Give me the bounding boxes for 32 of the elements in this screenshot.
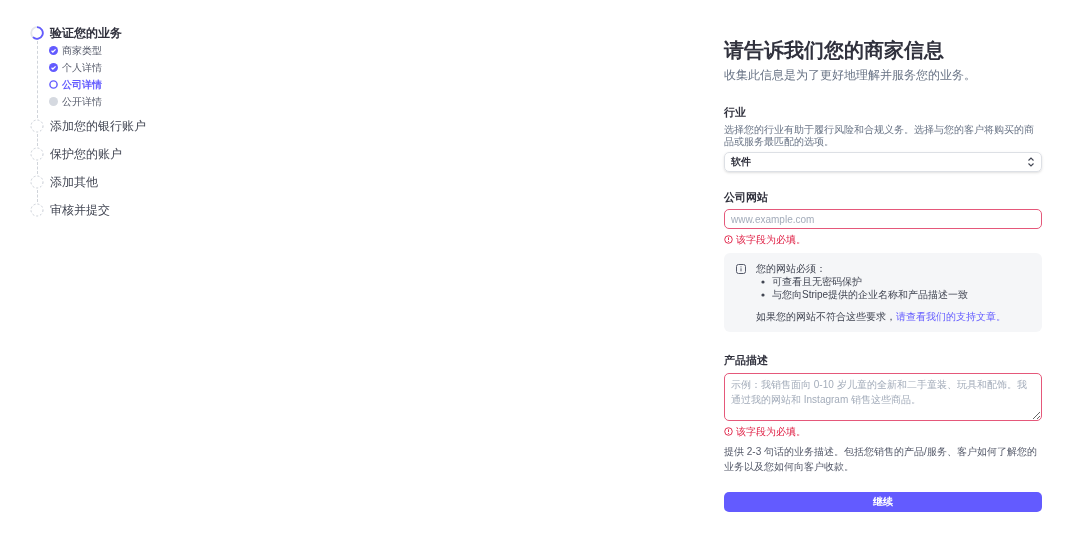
industry-select[interactable]: 软件 (724, 151, 1042, 172)
support-link[interactable]: 请查看我们的支持文章。 (896, 311, 1006, 322)
step-label[interactable]: 添加其他 (50, 173, 98, 191)
website-field[interactable]: www.example.com (724, 209, 1042, 229)
continue-button[interactable]: 继续 (724, 491, 1042, 512)
step-label[interactable]: 保护您的账户 (50, 145, 122, 163)
substep-label[interactable]: 商家类型 (62, 42, 102, 58)
substep-label[interactable]: 公司详情 (62, 76, 102, 92)
substep-label[interactable]: 个人详情 (62, 59, 102, 75)
chevron-up-down-icon (1027, 156, 1035, 167)
field-label: 公司网站 (724, 189, 769, 205)
bullet-icon (761, 292, 765, 297)
page-title: 请告诉我们您的商家信息 (724, 38, 945, 63)
alert-icon (724, 426, 733, 436)
info-icon (736, 264, 746, 274)
field-label: 产品描述 (724, 353, 769, 368)
field-label: 行业 (724, 105, 747, 120)
notice-text: 如果您的网站不符合这些要求，请查看我们的支持文章。 (756, 310, 1006, 323)
error-message: 该字段为必填。 (736, 424, 806, 439)
field-help: 选择您的行业有助于履行风险和合规义务。选择与您的客户将购买的商品或服务最匹配的选项。 (724, 123, 1035, 148)
notice-bullet: 可查看且无密码保护 (772, 275, 862, 288)
step-label[interactable]: 验证您的业务 (50, 24, 122, 42)
notice-title: 您的网站必须： (756, 262, 827, 275)
step-label[interactable]: 添加您的银行账户 (50, 117, 146, 135)
bullet-icon (761, 279, 765, 284)
alert-icon (724, 235, 733, 244)
notice-bullet: 与您向Stripe提供的企业名称和产品描述一致 (772, 288, 969, 301)
page-subtitle: 收集此信息是为了更好地理解并服务您的业务。 (724, 67, 977, 84)
error-message: 该字段为必填。 (736, 233, 806, 247)
field-help: 提供 2-3 句话的业务描述。包括您销售的产品/服务、客户如何了解您的业务以及您如何向客户收款。 (724, 444, 1038, 474)
substep-label[interactable]: 公开详情 (62, 93, 102, 109)
step-label[interactable]: 审核并提交 (50, 201, 110, 219)
